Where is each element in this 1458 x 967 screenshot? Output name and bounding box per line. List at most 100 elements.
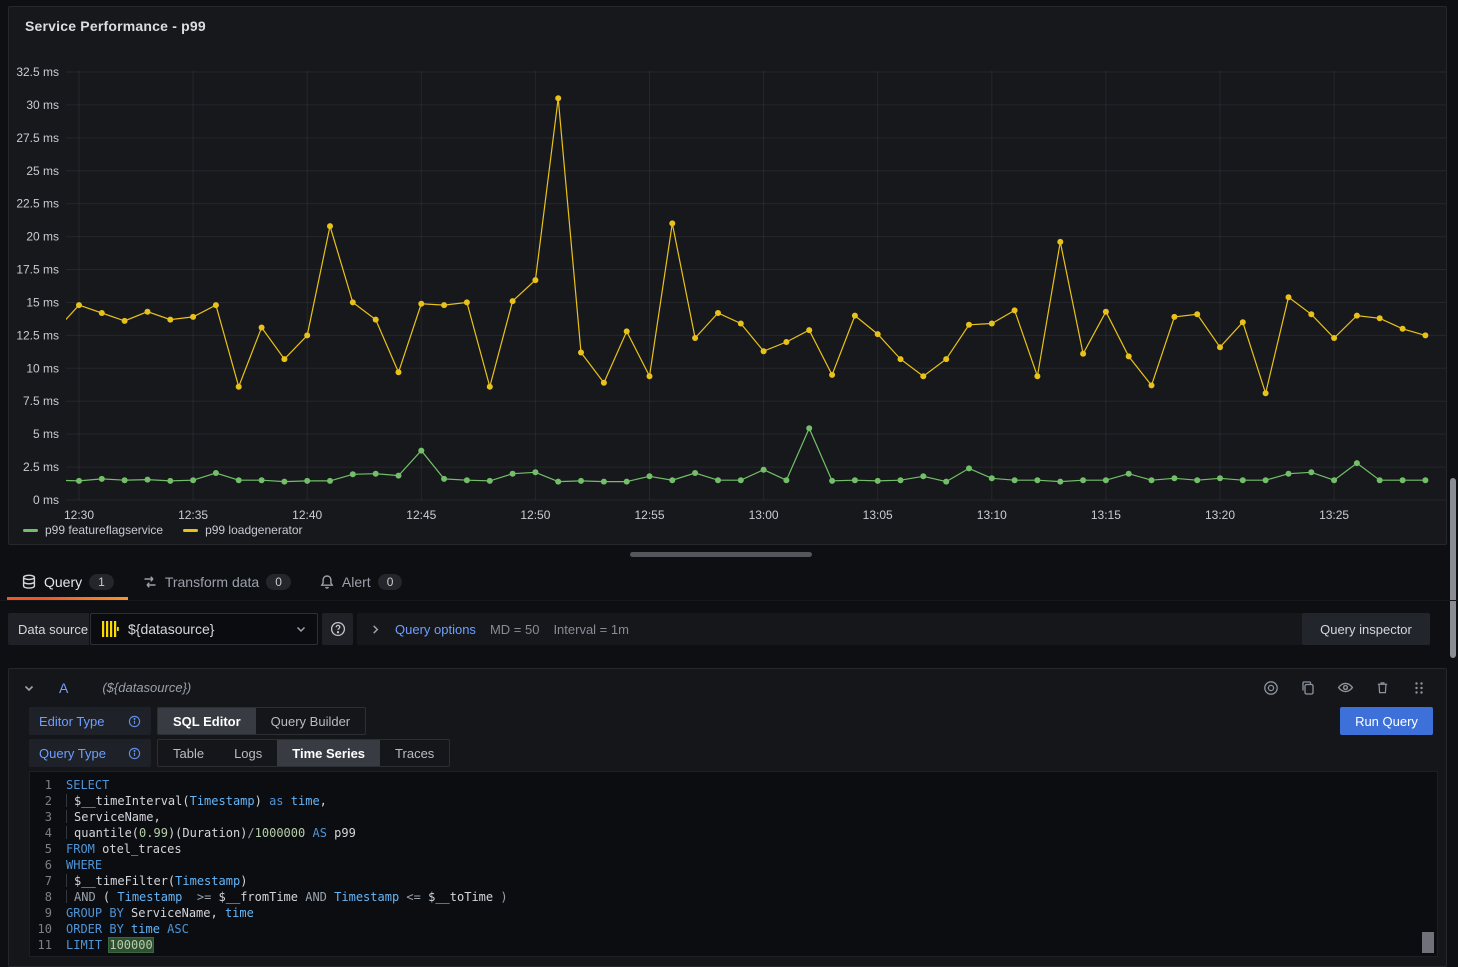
line-number: 10 (30, 921, 66, 937)
editor-type-sql-editor[interactable]: SQL Editor (158, 708, 256, 734)
svg-text:22.5 ms: 22.5 ms (16, 197, 59, 211)
line-number: 6 (30, 857, 66, 873)
svg-text:20 ms: 20 ms (26, 230, 59, 244)
query-toolbar: Data source ${datasource} Query options … (8, 613, 1450, 645)
query-options-interval: Interval = 1m (553, 622, 629, 637)
clickhouse-logo-icon (101, 620, 119, 638)
timeseries-chart[interactable]: 0 ms2.5 ms5 ms7.5 ms10 ms12.5 ms15 ms17.… (9, 7, 1446, 544)
delete-query-trash-icon[interactable] (1369, 676, 1395, 700)
svg-text:13:20: 13:20 (1205, 508, 1235, 522)
datasource-select[interactable]: ${datasource} (90, 613, 318, 645)
svg-text:25 ms: 25 ms (26, 164, 59, 178)
code-line: 6WHERE (30, 857, 1437, 873)
code-text: WHERE (66, 857, 102, 873)
query-type-traces[interactable]: Traces (380, 740, 449, 766)
query-type-switcher: Table Logs Time Series Traces (157, 739, 450, 767)
svg-text:5 ms: 5 ms (33, 427, 59, 441)
svg-text:0 ms: 0 ms (33, 493, 59, 507)
line-number: 3 (30, 809, 66, 825)
query-type-row: Query Type Table Logs Time Series Traces (29, 739, 450, 767)
field-label-text: Query Type (39, 746, 106, 761)
editor-type-switcher: SQL Editor Query Builder (157, 707, 366, 735)
line-number: 11 (30, 937, 66, 953)
code-text: GROUP BY ServiceName, time (66, 905, 254, 921)
query-options-md: MD = 50 (490, 622, 540, 637)
horizontal-scrollbar-thumb[interactable] (630, 552, 812, 557)
duplicate-query-icon[interactable] (1295, 676, 1321, 700)
drag-handle-icon[interactable] (1406, 676, 1432, 700)
svg-text:27.5 ms: 27.5 ms (16, 131, 59, 145)
datasource-help-button[interactable] (322, 613, 353, 645)
svg-text:12:35: 12:35 (178, 508, 208, 522)
svg-text:32.5 ms: 32.5 ms (16, 65, 59, 79)
indent-guide (66, 890, 74, 903)
query-options-strip: Query options MD = 50 Interval = 1m (357, 613, 1303, 645)
code-line: 4quantile(0.99)(Duration)/1000000 AS p99 (30, 825, 1437, 841)
panel-editor-tabbar: Query 1 Transform data 0 Alert 0 (0, 564, 1458, 601)
code-text: ServiceName, (66, 809, 161, 825)
code-text: $__timeFilter(Timestamp) (66, 873, 247, 889)
query-editor-card: A (${datasource}) (8, 668, 1447, 967)
legend-label: p99 featureflagservice (45, 523, 163, 537)
legend-label: p99 loadgenerator (205, 523, 302, 537)
query-type-table[interactable]: Table (158, 740, 219, 766)
svg-text:13:15: 13:15 (1091, 508, 1121, 522)
code-text: quantile(0.99)(Duration)/1000000 AS p99 (66, 825, 356, 841)
collapse-chevron-icon[interactable] (23, 682, 35, 694)
code-line: 11LIMIT 100000 (30, 937, 1437, 953)
chevron-down-icon (295, 623, 307, 635)
code-line: 1SELECT (30, 777, 1437, 793)
tab-label: Alert (342, 574, 371, 590)
code-text: AND ( Timestamp >= $__fromTime AND Times… (66, 889, 508, 905)
legend-item-loadgenerator[interactable]: p99 loadgenerator (183, 523, 302, 537)
code-line: 3ServiceName, (30, 809, 1437, 825)
info-icon[interactable] (128, 747, 141, 760)
line-number: 9 (30, 905, 66, 921)
tab-query[interactable]: Query 1 (7, 564, 128, 600)
tab-label: Query (44, 574, 82, 590)
legend-item-featureflagservice[interactable]: p99 featureflagservice (23, 523, 163, 537)
info-icon[interactable] (128, 715, 141, 728)
sql-code-editor[interactable]: 1SELECT2$__timeInterval(Timestamp) as ti… (29, 771, 1438, 957)
code-text: FROM otel_traces (66, 841, 182, 857)
svg-text:13:10: 13:10 (977, 508, 1007, 522)
timeseries-panel: Service Performance - p99 0 ms2.5 ms5 ms… (8, 6, 1447, 545)
hide-response-eye-icon[interactable] (1332, 676, 1358, 700)
query-type-time-series[interactable]: Time Series (277, 740, 380, 766)
svg-text:30 ms: 30 ms (26, 98, 59, 112)
svg-text:13:25: 13:25 (1319, 508, 1349, 522)
run-query-button[interactable]: Run Query (1340, 707, 1433, 735)
line-number: 8 (30, 889, 66, 905)
indent-guide (66, 826, 74, 839)
tab-transform-data[interactable]: Transform data 0 (128, 564, 305, 600)
query-inspector-button[interactable]: Query inspector (1302, 613, 1430, 645)
record-query-icon[interactable] (1258, 676, 1284, 700)
query-type-logs[interactable]: Logs (219, 740, 277, 766)
chevron-right-icon[interactable] (370, 624, 381, 635)
svg-text:13:00: 13:00 (749, 508, 779, 522)
editor-type-label: Editor Type (29, 707, 151, 735)
line-number: 5 (30, 841, 66, 857)
chart-legend: p99 featureflagservice p99 loadgenerator (23, 523, 303, 537)
datasource-value: ${datasource} (128, 621, 286, 637)
active-tab-underline (7, 597, 128, 600)
field-label-text: Editor Type (39, 714, 105, 729)
legend-color-swatch (23, 529, 38, 532)
code-line: 2$__timeInterval(Timestamp) as time, (30, 793, 1437, 809)
editor-scrollbar-thumb[interactable] (1422, 932, 1434, 953)
query-row-header[interactable]: A (${datasource}) (9, 669, 1446, 706)
code-text: LIMIT 100000 (66, 937, 153, 953)
datasource-label: Data source (8, 613, 89, 645)
svg-text:12:30: 12:30 (64, 508, 94, 522)
editor-type-query-builder[interactable]: Query Builder (256, 708, 365, 734)
line-number: 2 (30, 793, 66, 809)
code-text: SELECT (66, 777, 109, 793)
bell-icon (319, 574, 335, 590)
svg-text:12:40: 12:40 (292, 508, 322, 522)
tab-alert[interactable]: Alert 0 (305, 564, 416, 600)
query-options-toggle[interactable]: Query options (395, 622, 476, 637)
tab-label: Transform data (165, 574, 259, 590)
code-lines: 1SELECT2$__timeInterval(Timestamp) as ti… (30, 777, 1437, 953)
code-text: ORDER BY time ASC (66, 921, 189, 937)
svg-text:17.5 ms: 17.5 ms (16, 263, 59, 277)
